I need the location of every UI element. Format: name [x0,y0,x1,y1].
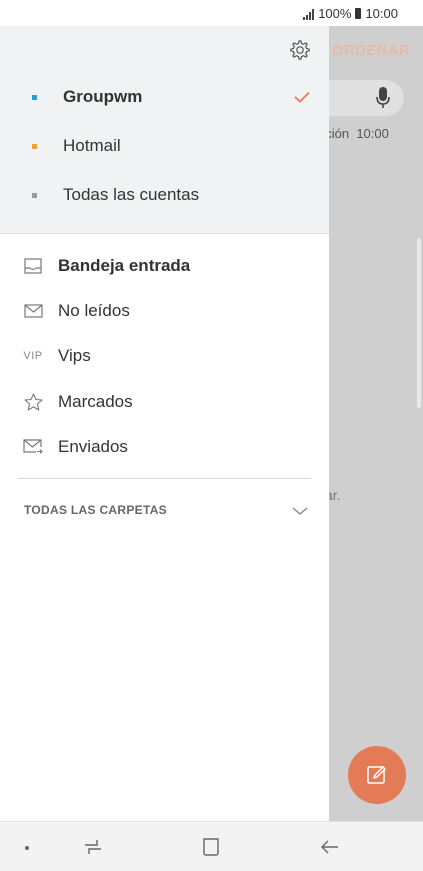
divider [18,478,311,479]
settings-gear-icon[interactable] [289,39,311,61]
checkmark-icon [294,91,310,103]
system-navigation-bar [0,821,423,871]
vip-icon: VIP [23,350,43,362]
folder-inbox[interactable]: Bandeja entrada [0,246,329,286]
status-indicators: 100% 10:00 [303,6,398,21]
account-label: Todas las cuentas [63,185,200,204]
battery-icon [355,8,362,19]
account-label: Hotmail [63,136,121,155]
account-item-all-accounts[interactable]: Todas las cuentas [0,175,329,215]
folder-unread[interactable]: No leídos [0,291,329,331]
account-item-hotmail[interactable]: Hotmail [0,126,329,166]
account-color-dot [32,94,37,100]
microphone-icon[interactable] [376,87,390,109]
email-snippet-time: 10:00 [356,126,389,141]
envelope-icon [23,302,43,320]
account-item-groupwm[interactable]: Groupwm [0,77,329,117]
folder-label: No leídos [58,301,130,320]
star-icon [23,393,43,411]
folder-label: Marcados [58,392,133,411]
sort-button[interactable]: ORDENAR [332,42,410,59]
compose-icon [367,766,386,784]
recent-apps-icon[interactable] [83,838,103,856]
status-bar: 100% 10:00 [0,0,423,26]
account-color-dot [32,143,37,149]
battery-percentage: 100% [318,6,352,21]
navigation-drawer: Groupwm Hotmail Todas las cuentas Bandej… [0,26,329,821]
folder-label: Enviados [58,437,128,456]
folder-sent[interactable]: Enviados [0,427,329,467]
nav-dot-icon[interactable] [25,846,29,850]
all-folders-header[interactable]: TODAS LAS CARPETAS [24,503,167,517]
accounts-section: Groupwm Hotmail Todas las cuentas [0,26,329,234]
scrollbar[interactable] [417,238,421,408]
back-arrow-icon[interactable] [320,839,340,855]
chevron-down-icon[interactable] [292,506,308,516]
folder-starred[interactable]: Marcados [0,382,329,422]
clock: 10:00 [365,6,398,21]
folder-label: Bandeja entrada [58,256,191,275]
account-color-dot [32,192,37,198]
home-icon[interactable] [202,837,220,857]
signal-icon [303,8,315,20]
inbox-icon [23,257,43,275]
compose-button[interactable] [348,746,406,804]
account-label: Groupwm [63,87,143,106]
folder-label: Vips [58,346,91,365]
sent-envelope-icon [23,438,43,456]
folder-vips[interactable]: VIP Vips [0,336,329,376]
